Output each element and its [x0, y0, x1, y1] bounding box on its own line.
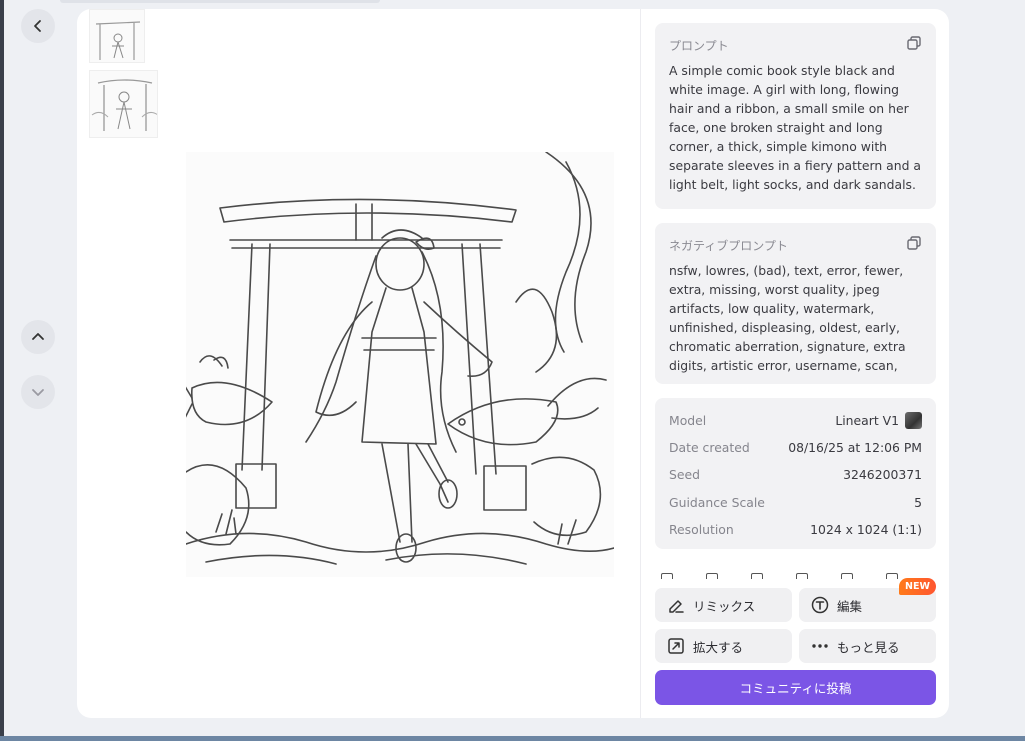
text-edit-icon — [811, 596, 829, 614]
meta-value: 1024 x 1024 (1:1) — [810, 521, 922, 537]
frame-icon[interactable] — [751, 573, 763, 579]
expand-icon — [668, 638, 684, 654]
image-detail-card: プロンプト A simple comic book style black an… — [77, 9, 949, 718]
thumbnail-1[interactable] — [89, 9, 145, 63]
model-thumbnail-icon — [905, 411, 922, 429]
more-button[interactable]: もっと見る — [799, 629, 936, 663]
meta-value: 3246200371 — [843, 466, 922, 482]
edit-label: 編集 — [837, 598, 863, 614]
panel-divider — [640, 9, 641, 718]
negative-prompt-text: nsfw, lowres, (bad), text, error, fewer,… — [669, 263, 906, 379]
meta-value: 5 — [914, 494, 922, 510]
post-to-community-button[interactable]: コミュニティに投稿 — [655, 670, 936, 705]
back-button[interactable] — [21, 9, 55, 43]
meta-value: Lineart V1 — [835, 412, 899, 428]
copy-icon[interactable] — [906, 35, 922, 51]
chevron-up-icon — [32, 333, 44, 340]
prompt-title: プロンプト — [669, 39, 729, 53]
generated-image[interactable] — [186, 152, 614, 577]
taskbar-edge — [0, 736, 1025, 741]
meta-guidance-row: Guidance Scale 5 — [669, 493, 922, 511]
top-scroll-hint — [60, 0, 380, 3]
duplicate-icon[interactable] — [841, 573, 853, 579]
tool-icon-row — [661, 571, 931, 579]
meta-seed-row: Seed 3246200371 — [669, 465, 922, 483]
delete-icon[interactable] — [886, 573, 898, 579]
remix-label: リミックス — [693, 598, 756, 614]
meta-label: Model — [669, 412, 707, 428]
meta-label: Date created — [669, 439, 750, 455]
download-icon[interactable] — [661, 573, 673, 579]
remix-icon — [669, 600, 684, 613]
chevron-down-icon — [32, 389, 44, 396]
brush-icon[interactable] — [796, 573, 808, 579]
thumbnail-2[interactable] — [89, 70, 158, 138]
prompt-text: A simple comic book style black and whit… — [669, 63, 922, 197]
metadata-panel: Model Lineart V1 Date created 08/16/25 a… — [655, 398, 936, 549]
upscale-label: 拡大する — [693, 639, 744, 655]
more-label: もっと見る — [837, 639, 900, 655]
crop-icon[interactable] — [706, 573, 718, 579]
previous-image-button[interactable] — [21, 320, 55, 354]
remix-button[interactable]: リミックス — [655, 588, 792, 622]
meta-resolution-row: Resolution 1024 x 1024 (1:1) — [669, 520, 922, 538]
negative-prompt-panel: ネガティブプロンプト nsfw, lowres, (bad), text, er… — [655, 223, 936, 384]
meta-label: Guidance Scale — [669, 494, 765, 510]
meta-value: 08/16/25 at 12:06 PM — [788, 439, 922, 455]
copy-icon[interactable] — [906, 235, 922, 251]
chevron-left-icon — [34, 20, 41, 32]
upscale-button[interactable]: 拡大する — [655, 629, 792, 663]
next-image-button[interactable] — [21, 375, 55, 409]
meta-date-row: Date created 08/16/25 at 12:06 PM — [669, 438, 922, 456]
meta-model-row: Model Lineart V1 — [669, 411, 922, 429]
window-edge — [0, 0, 4, 741]
negative-prompt-title: ネガティブプロンプト — [669, 239, 788, 253]
prompt-panel: プロンプト A simple comic book style black an… — [655, 23, 936, 209]
meta-label: Seed — [669, 466, 700, 482]
more-dots-icon — [812, 644, 828, 648]
new-badge: NEW — [899, 578, 936, 595]
meta-label: Resolution — [669, 521, 734, 537]
